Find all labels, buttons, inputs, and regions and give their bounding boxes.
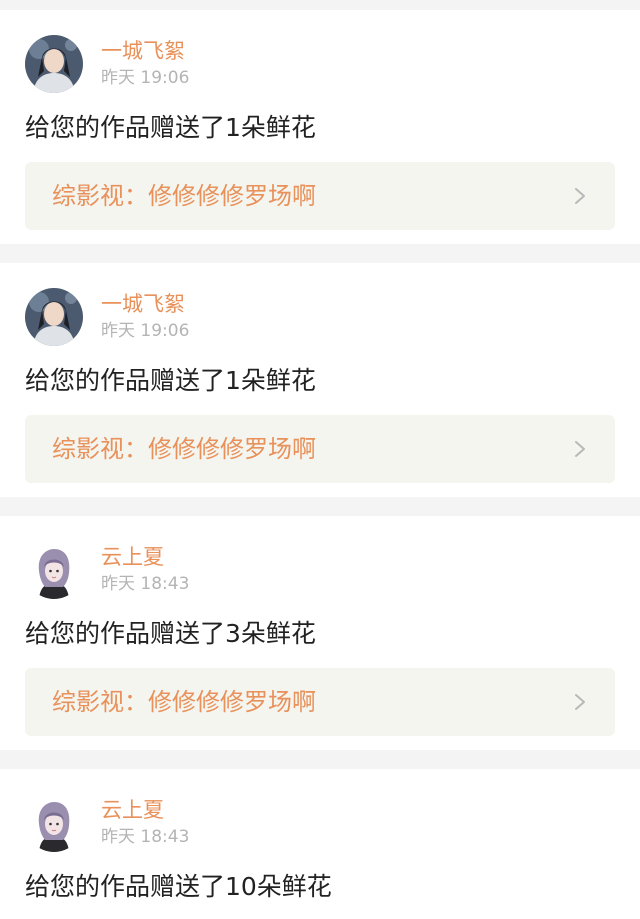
chevron-right-icon <box>573 692 587 712</box>
chevron-right-icon <box>573 186 587 206</box>
timestamp: 昨天 19:06 <box>101 321 190 341</box>
notification-card: 云上夏 昨天 18:43 给您的作品赠送了10朵鲜花 <box>0 769 640 919</box>
avatar[interactable] <box>25 541 83 599</box>
gift-message: 给您的作品赠送了10朵鲜花 <box>25 872 332 901</box>
username[interactable]: 一城飞絮 <box>101 38 185 64</box>
dark-haired-man-avatar-icon <box>25 35 83 93</box>
notification-card: 一城飞絮 昨天 19:06 给您的作品赠送了1朵鲜花 综影视：修修修修罗场啊 <box>0 263 640 497</box>
dark-haired-man-avatar-icon <box>25 288 83 346</box>
chevron-right-icon <box>573 439 587 459</box>
cartoon-girl-avatar-icon <box>25 541 83 599</box>
notification-card: 云上夏 昨天 18:43 给您的作品赠送了3朵鲜花 综影视：修修修修罗场啊 <box>0 516 640 750</box>
work-title: 综影视：修修修修罗场啊 <box>52 688 316 716</box>
gift-message: 给您的作品赠送了1朵鲜花 <box>25 113 316 142</box>
avatar[interactable] <box>25 288 83 346</box>
avatar[interactable] <box>25 794 83 852</box>
cartoon-girl-avatar-icon <box>25 794 83 852</box>
timestamp: 昨天 18:43 <box>101 574 190 594</box>
work-title: 综影视：修修修修罗场啊 <box>52 435 316 463</box>
notification-card: 一城飞絮 昨天 19:06 给您的作品赠送了1朵鲜花 综影视：修修修修罗场啊 <box>0 10 640 244</box>
username[interactable]: 一城飞絮 <box>101 291 185 317</box>
avatar[interactable] <box>25 35 83 93</box>
work-link[interactable]: 综影视：修修修修罗场啊 <box>25 162 615 230</box>
work-link[interactable]: 综影视：修修修修罗场啊 <box>25 668 615 736</box>
username[interactable]: 云上夏 <box>101 544 164 570</box>
timestamp: 昨天 18:43 <box>101 827 190 847</box>
work-title: 综影视：修修修修罗场啊 <box>52 182 316 210</box>
gift-message: 给您的作品赠送了1朵鲜花 <box>25 366 316 395</box>
username[interactable]: 云上夏 <box>101 797 164 823</box>
gift-message: 给您的作品赠送了3朵鲜花 <box>25 619 316 648</box>
notification-feed: 一城飞絮 昨天 19:06 给您的作品赠送了1朵鲜花 综影视：修修修修罗场啊 一… <box>0 0 640 919</box>
work-link[interactable]: 综影视：修修修修罗场啊 <box>25 415 615 483</box>
timestamp: 昨天 19:06 <box>101 68 190 88</box>
